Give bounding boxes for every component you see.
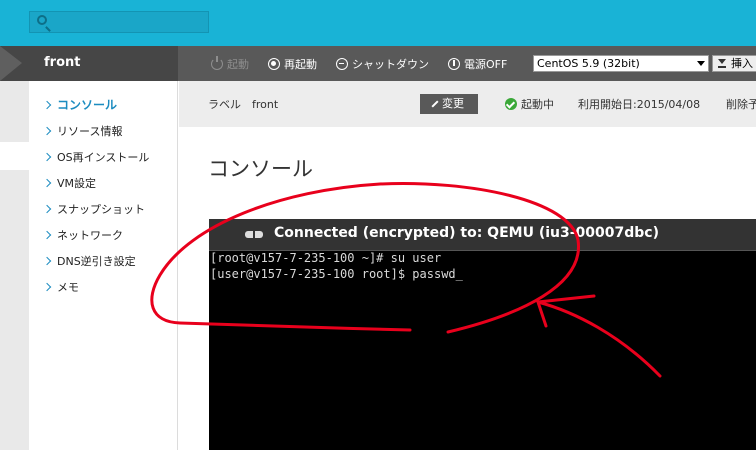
- sidebar-item-label: DNS逆引き設定: [57, 255, 136, 268]
- edit-label-button[interactable]: 変更: [420, 94, 478, 114]
- search-icon: [37, 15, 47, 25]
- power-icon: [211, 55, 223, 70]
- start-button[interactable]: 起動: [211, 46, 249, 81]
- chevron-right-icon: [42, 152, 52, 162]
- chevron-right-icon: [42, 282, 52, 292]
- sidebar-item-memo[interactable]: メモ: [42, 279, 79, 295]
- terminal-line: [root@v157-7-235-100 ~]# su user: [210, 251, 442, 265]
- pencil-icon: [431, 100, 439, 108]
- power-off-label: 電源OFF: [464, 57, 508, 71]
- check-circle-icon: [505, 98, 517, 110]
- tab-pointer: [0, 46, 22, 81]
- chevron-right-icon: [42, 126, 52, 136]
- search-input[interactable]: [29, 11, 209, 33]
- chevron-right-icon: [42, 230, 52, 240]
- delete-link[interactable]: 削除予: [726, 96, 756, 112]
- restart-label: 再起動: [284, 57, 317, 71]
- power-off-button[interactable]: 電源OFF: [448, 46, 507, 81]
- status-label: 起動中: [521, 98, 554, 111]
- sidebar-item-label: コンソール: [57, 98, 118, 112]
- restart-button[interactable]: 再起動: [268, 46, 317, 81]
- chevron-right-icon: [42, 178, 52, 188]
- insert-button[interactable]: 挿入: [712, 55, 756, 72]
- sidebar-item-label: スナップショット: [57, 203, 145, 216]
- restart-icon: [268, 57, 280, 70]
- os-select[interactable]: CentOS 5.9 (32bit): [533, 55, 709, 72]
- chevron-right-icon: [42, 100, 52, 109]
- minus-circle-icon: [336, 57, 348, 70]
- start-label: 起動: [227, 57, 249, 71]
- sidebar-item-label: リソース情報: [57, 125, 123, 138]
- sidebar-item-os-reinstall[interactable]: OS再インストール: [42, 149, 150, 165]
- terminal-line: [user@v157-7-235-100 root]$ passwd_: [210, 267, 463, 281]
- chevron-down-icon: [697, 61, 705, 66]
- power-off-icon: [448, 57, 460, 70]
- console-status-bar: Connected (encrypted) to: QEMU (iu3-0000…: [209, 219, 756, 251]
- download-icon: [718, 59, 726, 68]
- start-date: 利用開始日:2015/04/08: [578, 98, 701, 111]
- chevron-right-icon: [42, 204, 52, 214]
- shutdown-label: シャットダウン: [352, 57, 429, 71]
- sidebar-item-label: OS再インストール: [57, 151, 150, 164]
- sidebar-item-network[interactable]: ネットワーク: [42, 227, 123, 243]
- sidebar-item-dns[interactable]: DNS逆引き設定: [42, 253, 136, 269]
- console-window[interactable]: Connected (encrypted) to: QEMU (iu3-0000…: [209, 219, 756, 450]
- sidebar-item-label: VM設定: [57, 177, 97, 190]
- sidebar-strip: [0, 81, 29, 450]
- connection-status: Connected (encrypted) to: QEMU (iu3-0000…: [274, 225, 659, 241]
- shutdown-button[interactable]: シャットダウン: [336, 46, 429, 81]
- connection-icon: [245, 228, 263, 241]
- sidebar-item-label: メモ: [57, 281, 79, 294]
- sidebar-item-label: ネットワーク: [57, 229, 123, 242]
- sidebar-item-resources[interactable]: リソース情報: [42, 123, 123, 139]
- sidebar-item-snapshot[interactable]: スナップショット: [42, 201, 145, 217]
- server-label: ラベル front: [208, 98, 279, 111]
- server-name: front: [44, 55, 81, 70]
- page-title: コンソール: [208, 157, 313, 181]
- edit-label: 変更: [442, 97, 464, 110]
- os-select-value: CentOS 5.9 (32bit): [537, 57, 640, 70]
- sidebar-item-vm-settings[interactable]: VM設定: [42, 175, 97, 191]
- sidebar-strip-gap: [0, 142, 29, 170]
- insert-label: 挿入: [731, 57, 753, 70]
- chevron-right-icon: [42, 256, 52, 266]
- server-name-tab: front: [0, 46, 178, 81]
- sidebar-item-console[interactable]: コンソール: [42, 96, 118, 113]
- status-badge: 起動中: [505, 96, 554, 112]
